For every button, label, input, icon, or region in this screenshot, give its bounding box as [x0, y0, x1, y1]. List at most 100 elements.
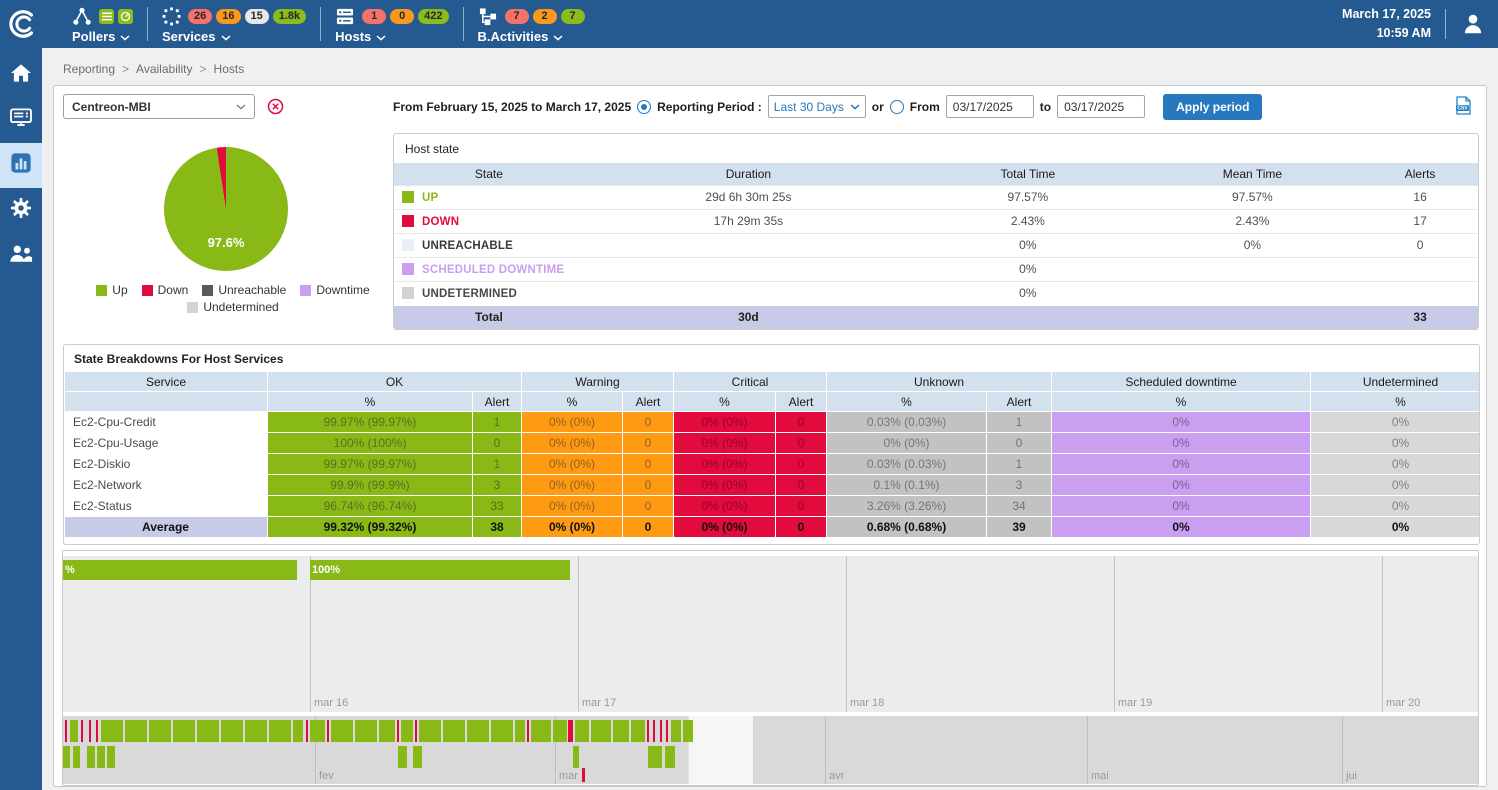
total-time-cell: 97.57%	[913, 185, 1143, 209]
breakdown-subheader-7: %	[827, 392, 986, 411]
overview-up-segment	[269, 720, 291, 742]
unk-value-cell: 0.03% (0.03%)	[827, 412, 986, 432]
host-state-col-duration: Duration	[584, 163, 913, 185]
overview-up-segment-row2	[665, 746, 675, 768]
undet-value-cell: 0%	[1311, 433, 1480, 453]
state-label: UNREACHABLE	[422, 240, 513, 252]
unk-value-cell: 1	[987, 412, 1051, 432]
legend-label: Downtime	[316, 283, 369, 297]
total-time-cell: 0%	[913, 233, 1143, 257]
sidebar-item-reporting[interactable]	[0, 143, 42, 188]
custom-period-radio[interactable]	[890, 100, 904, 114]
hosts-menu-label: Hosts	[335, 29, 448, 44]
bactivities-badge-green: 7	[561, 9, 585, 24]
chevron-down-icon	[553, 29, 563, 44]
sched-value-cell: 0%	[1052, 517, 1310, 537]
warn-value-cell: 0	[623, 412, 673, 432]
host-state-pie-chart[interactable]: 97.6%	[164, 147, 288, 271]
total-alerts-cell: 33	[1362, 305, 1478, 329]
top-menu-services[interactable]: 2616151.8kServices	[148, 3, 320, 46]
administration-icon	[9, 244, 33, 268]
crit-value-cell: 0% (0%)	[674, 496, 775, 516]
host-state-pie-block: 97.6% UpDownUnreachableDowntimeUndetermi…	[63, 133, 385, 330]
sidebar-item-monitoring[interactable]	[0, 98, 42, 143]
timeline-day-divider	[1382, 556, 1383, 712]
breakdown-subheader-4: Alert	[623, 392, 673, 411]
service-breakdown-table: ServiceOKWarningCriticalUnknownScheduled…	[64, 371, 1480, 538]
user-menu-button[interactable]	[1460, 11, 1486, 37]
sched-value-cell: 0%	[1052, 433, 1310, 453]
reporting-period-radio[interactable]	[637, 100, 651, 114]
ok-value-cell: 96.74% (96.74%)	[268, 496, 472, 516]
from-date-input[interactable]	[946, 95, 1034, 118]
from-label: From	[910, 100, 940, 114]
availability-up-bar[interactable]: 100%	[310, 560, 570, 580]
unk-value-cell: 39	[987, 517, 1051, 537]
overview-up-segment	[70, 720, 78, 742]
service-name-cell: Ec2-Cpu-Credit	[65, 412, 267, 432]
breakdown-average-row: Average99.32% (99.32%)380% (0%)00% (0%)0…	[65, 517, 1480, 537]
host-select-dropdown[interactable]: Centreon-MBI	[63, 94, 255, 119]
timeline-day-label: mar 16	[314, 697, 348, 709]
mean-time-cell	[1143, 257, 1363, 281]
crit-value-cell: 0% (0%)	[674, 412, 775, 432]
breakdown-row-ec2-cpu-credit: Ec2-Cpu-Credit99.97% (99.97%)10% (0%)00%…	[65, 412, 1480, 432]
availability-up-bar[interactable]: %	[63, 560, 297, 580]
timeline-day-label: mar 20	[1386, 697, 1420, 709]
undet-value-cell: 0%	[1311, 475, 1480, 495]
ok-value-cell: 38	[473, 517, 521, 537]
service-breakdown-title: State Breakdowns For Host Services	[64, 345, 1479, 371]
breadcrumb-hosts[interactable]: Hosts	[214, 62, 245, 76]
overview-up-segment	[683, 720, 693, 742]
service-name-cell: Average	[65, 517, 267, 537]
ok-value-cell: 99.97% (99.97%)	[268, 454, 472, 474]
sidebar-item-home[interactable]	[0, 53, 42, 98]
overview-down-segment	[81, 720, 83, 742]
sidebar-item-configuration[interactable]	[0, 188, 42, 233]
breadcrumb-reporting[interactable]: Reporting	[63, 62, 115, 76]
ok-value-cell: 99.9% (99.9%)	[268, 475, 472, 495]
bactivities-badge-orange: 2	[533, 9, 557, 24]
top-menu-bactivities[interactable]: 727B.Activities	[464, 3, 599, 46]
period-select[interactable]: Last 30 Days	[768, 95, 866, 118]
state-swatch	[402, 191, 414, 203]
legend-label: Up	[112, 283, 127, 297]
centreon-logo-icon[interactable]	[0, 8, 46, 40]
top-menu-hosts[interactable]: 10422Hosts	[321, 3, 462, 46]
services-menu-label-text: Services	[162, 29, 216, 44]
warn-value-cell: 0	[623, 517, 673, 537]
pollers-menu-label-text: Pollers	[72, 29, 115, 44]
period-controls: From February 15, 2025 to March 17, 2025…	[393, 93, 1262, 120]
crit-value-cell: 0	[776, 454, 826, 474]
to-date-input[interactable]	[1057, 95, 1145, 118]
apply-period-button[interactable]: Apply period	[1163, 94, 1262, 120]
overview-up-segment	[125, 720, 147, 742]
overview-up-segment	[149, 720, 171, 742]
crit-value-cell: 0% (0%)	[674, 517, 775, 537]
hosts-icon	[335, 7, 355, 26]
breadcrumb-availability[interactable]: Availability	[136, 62, 192, 76]
availability-detail-chart[interactable]: mar 16mar 17mar 18mar 19mar 20%100%	[63, 556, 1478, 712]
overview-up-segment	[443, 720, 465, 742]
legend-swatch-up	[96, 285, 107, 296]
legend-swatch-undetermined	[187, 302, 198, 313]
top-menu-pollers[interactable]: Pollers	[58, 3, 147, 46]
overview-viewport-handle[interactable]	[688, 716, 753, 784]
overview-down-segment	[306, 720, 308, 742]
overview-month-divider	[1342, 716, 1343, 784]
chevron-down-icon	[221, 29, 231, 44]
overview-up-segment-row2	[413, 746, 422, 768]
sidebar-item-administration[interactable]	[0, 233, 42, 278]
ok-value-cell: 0	[473, 433, 521, 453]
main-content: Reporting>Availability>Hosts Centreon-MB…	[42, 48, 1498, 790]
clear-host-selection-icon[interactable]	[267, 98, 284, 115]
overview-up-segment	[591, 720, 611, 742]
overview-down-segment	[647, 720, 649, 742]
export-csv-icon[interactable]: CSV	[1455, 96, 1472, 115]
user-icon	[1460, 11, 1486, 37]
service-name-cell: Ec2-Diskio	[65, 454, 267, 474]
breakdown-group-unknown: Unknown	[827, 372, 1051, 391]
availability-overview-chart[interactable]: fevmaravrmaijui	[63, 716, 1478, 784]
breakdown-group-service: Service	[65, 372, 267, 391]
service-name-cell: Ec2-Cpu-Usage	[65, 433, 267, 453]
